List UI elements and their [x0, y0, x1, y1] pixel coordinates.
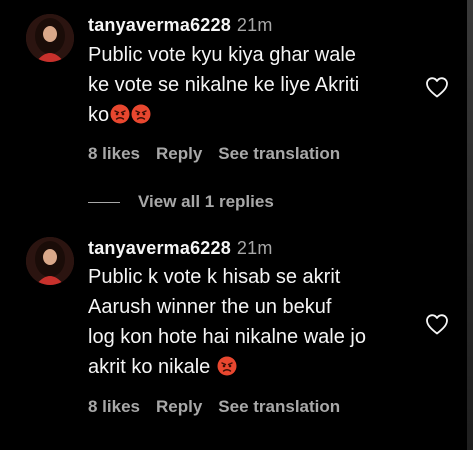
comment-time: 21m	[236, 15, 273, 35]
likes-count[interactable]: 8 likes	[88, 397, 140, 416]
angry-face-emoji	[217, 356, 237, 376]
reply-button[interactable]: Reply	[156, 144, 202, 163]
reply-button[interactable]: Reply	[156, 397, 202, 416]
comment-username[interactable]: tanyaverma6228 21m	[88, 15, 273, 36]
username-text[interactable]: tanyaverma6228	[88, 15, 231, 35]
avatar-image	[26, 14, 74, 62]
comment-text: Public vote kyu kiya ghar wale ke vote s…	[88, 40, 418, 130]
see-translation-button[interactable]: See translation	[218, 397, 340, 416]
reply-divider-line	[88, 201, 120, 203]
window-edge	[467, 0, 473, 450]
comment-line: Public vote kyu kiya ghar wale	[88, 44, 356, 66]
comment-line: Aarush winner the un bekuf	[88, 296, 332, 318]
comment-line-text: akrit ko nikale	[88, 356, 211, 378]
likes-count[interactable]: 8 likes	[88, 144, 140, 163]
username-text[interactable]: tanyaverma6228	[88, 238, 231, 258]
avatar[interactable]	[26, 237, 74, 285]
comment-text: Public k vote k hisab se akrit Aarush wi…	[88, 262, 418, 382]
comment-time: 21m	[236, 238, 273, 258]
heart-outline-icon[interactable]	[425, 76, 449, 98]
comment-line: Public k vote k hisab se akrit	[88, 266, 341, 288]
comment-line-text: ko	[88, 104, 110, 126]
comment-line: log kon hote hai nikalne wale jo	[88, 326, 366, 348]
see-translation-button[interactable]: See translation	[218, 144, 340, 163]
comment-line: ke vote se nikalne ke liye Akriti	[88, 74, 360, 96]
avatar[interactable]	[26, 14, 74, 62]
comment-meta: 8 likes Reply See translation	[88, 144, 356, 164]
comment-username[interactable]: tanyaverma6228 21m	[88, 238, 273, 259]
comment-meta: 8 likes Reply See translation	[88, 397, 356, 417]
comments-panel: tanyaverma6228 21m Public vote kyu kiya g…	[0, 0, 467, 450]
avatar-image	[26, 237, 74, 285]
heart-outline-icon[interactable]	[425, 313, 449, 335]
angry-face-emoji	[131, 104, 151, 124]
comment-line-last: ko	[88, 100, 418, 130]
view-replies-label[interactable]: View all 1 replies	[138, 192, 274, 212]
comment-line-last: akrit ko nikale	[88, 352, 418, 382]
angry-face-emoji	[110, 104, 130, 124]
view-replies-button[interactable]: View all 1 replies	[88, 192, 274, 212]
